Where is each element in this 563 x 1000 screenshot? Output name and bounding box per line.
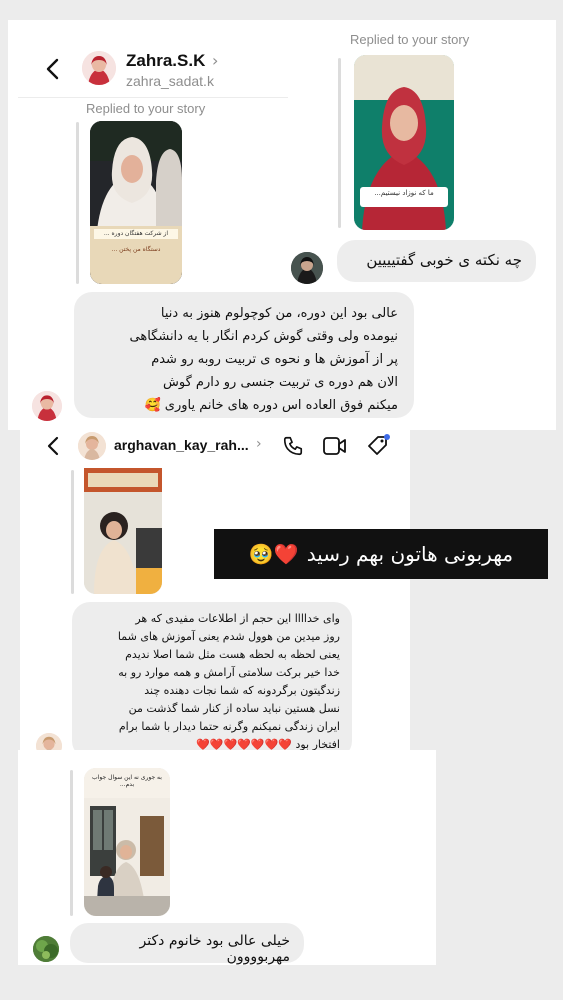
phone-icon[interactable] xyxy=(282,435,306,459)
quote-bar xyxy=(70,770,73,916)
story-thumbnail[interactable] xyxy=(84,468,162,594)
contact-display-name[interactable]: Zahra.S.K xyxy=(126,51,205,71)
message-text: چه نکته ی خوبی گفتیییین xyxy=(366,251,522,269)
avatar[interactable] xyxy=(78,432,106,460)
replied-label: Replied to your story xyxy=(350,32,470,47)
message-line: نیومده ولی وقتی گوش کردم انگار با یه دان… xyxy=(129,329,398,344)
message-bubble[interactable]: چه نکته ی خوبی گفتیییین xyxy=(337,240,536,282)
message-line: روز میدین من هوول شدم یعنی آموزش های شما xyxy=(117,630,340,643)
message-line: الان هم دوره ی تربیت جنسی رو دارم گوش xyxy=(162,375,398,390)
banner-emoji: ❤️🥹 xyxy=(248,542,299,566)
replied-label: Replied to your story xyxy=(86,101,206,116)
header-divider xyxy=(18,97,288,98)
story-caption: از شرکت هفتگان دوره ... xyxy=(103,230,169,237)
contact-username: zahra_sadat.k xyxy=(126,73,214,89)
story-caption: ما که نوزاد نیستیم... xyxy=(374,189,434,197)
back-chevron-icon[interactable] xyxy=(40,56,66,82)
contact-username[interactable]: arghavan_kay_rah... xyxy=(114,437,249,453)
message-line: عالی بود این دوره، من کوچولوم هنوز به دن… xyxy=(160,306,398,321)
message-bubble[interactable]: خیلی عالی بود خانوم دکتر مهربوووون xyxy=(70,923,304,965)
message-line: ایران زندگی نمیکنم وگرنه حتما دیدار با ش… xyxy=(118,720,340,733)
story-caption: دستگاه من پختن ... xyxy=(111,246,161,253)
quote-bar xyxy=(76,122,79,284)
chevron-right-icon[interactable]: › xyxy=(212,51,218,70)
message-line: یعنی لحظه به لحظه هست مثل شما اصلا ندیدم xyxy=(125,648,340,661)
story-thumbnail[interactable]: ما که نوزاد نیستیم... xyxy=(354,55,454,230)
avatar xyxy=(291,252,323,284)
story-caption: به جوری نه این سوال جواب بدم... xyxy=(92,774,162,788)
quote-bar xyxy=(71,470,74,594)
caption-banner: مهربونی هاتون بهم رسید ❤️🥹 xyxy=(214,529,548,579)
quote-bar xyxy=(338,58,341,228)
message-line: وای خداااا این حجم از اطلاعات مفیدی که ه… xyxy=(135,612,340,625)
back-chevron-icon[interactable] xyxy=(42,434,66,458)
avatar[interactable] xyxy=(82,51,116,85)
message-text: خیلی عالی بود خانوم دکتر مهربوووون xyxy=(139,933,290,965)
avatar xyxy=(32,391,62,421)
message-line: میکنم فوق العاده اس دوره های خانم یاوری … xyxy=(144,398,398,413)
story-thumbnail[interactable]: از شرکت هفتگان دوره ... دستگاه من پختن .… xyxy=(90,121,182,284)
story-thumbnail[interactable]: به جوری نه این سوال جواب بدم... xyxy=(84,768,170,916)
message-line: خدا خیر برکت سلامتی آرامش و همه موارد رو… xyxy=(118,666,340,679)
chevron-right-icon[interactable]: › xyxy=(256,436,262,452)
avatar xyxy=(33,936,59,962)
message-bubble[interactable]: وای خداااا این حجم از اطلاعات مفیدی که ه… xyxy=(72,602,352,759)
banner-text: مهربونی هاتون بهم رسید xyxy=(306,542,514,566)
message-bubble[interactable]: عالی بود این دوره، من کوچولوم هنوز به دن… xyxy=(74,292,414,418)
video-call-icon[interactable] xyxy=(322,435,348,459)
message-line: پر از آموزش ها و نحوه ی تربیت روبه رو شد… xyxy=(151,352,398,367)
message-line: نسل هستین نباید ساده از کنار شما گذشت من xyxy=(128,702,340,715)
tag-icon[interactable] xyxy=(364,432,392,460)
message-line: زندگیتون برگردونه که شما نجات دهنده چند xyxy=(144,684,340,697)
